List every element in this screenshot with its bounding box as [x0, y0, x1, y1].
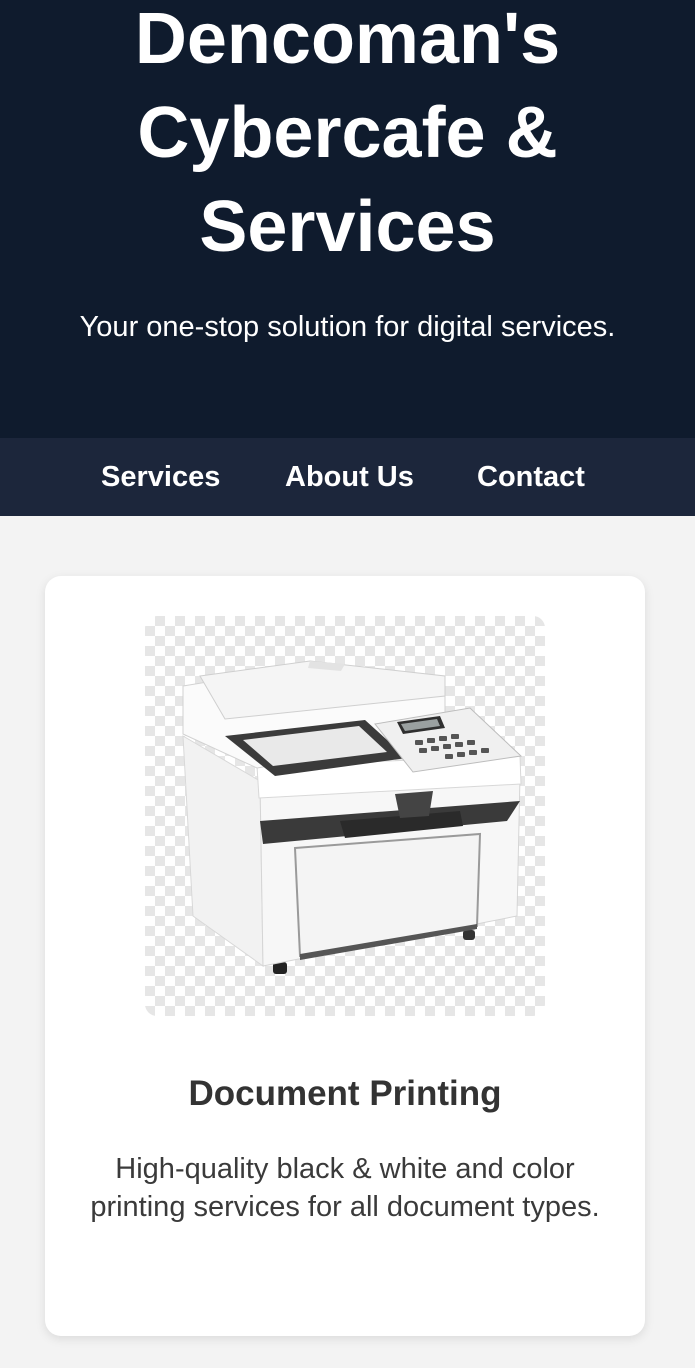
site-tagline: Your one-stop solution for digital servi… — [79, 311, 616, 343]
printer-image — [145, 616, 545, 1016]
nav-link-about-us[interactable]: About Us — [285, 438, 414, 516]
service-card-document-printing: Document Printing High-quality black & w… — [45, 576, 645, 1336]
nav-link-contact[interactable]: Contact — [477, 438, 585, 516]
service-title: Document Printing — [188, 1074, 502, 1113]
service-description: High-quality black & white and color pri… — [90, 1153, 600, 1223]
printer-icon — [182, 660, 523, 974]
nav-link-services[interactable]: Services — [101, 438, 220, 516]
hero-header: Dencoman's Cybercafe & Services Your one… — [0, 0, 695, 438]
site-title: Dencoman's Cybercafe & Services — [134, 0, 561, 267]
main-nav: Services About Us Contact — [0, 438, 695, 516]
